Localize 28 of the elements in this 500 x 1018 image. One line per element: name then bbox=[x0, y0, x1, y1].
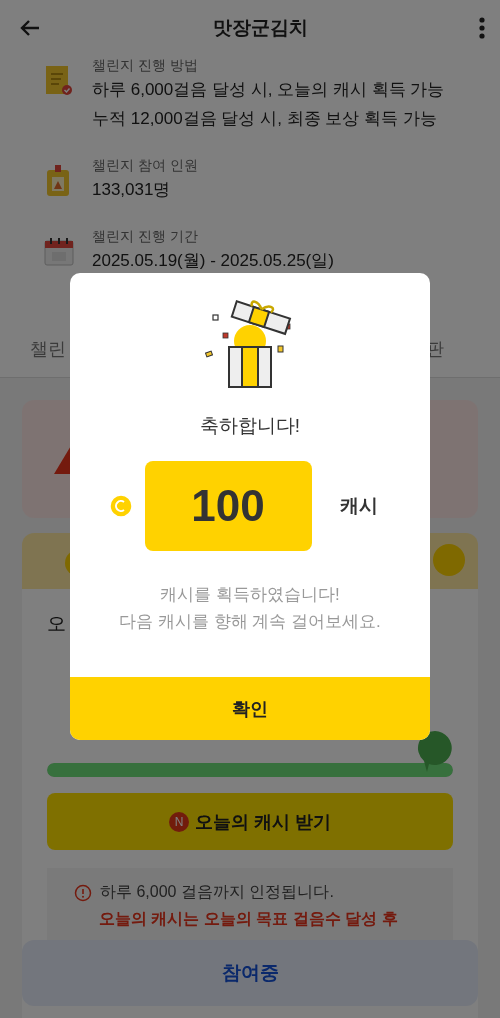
info-value: 133,031명 bbox=[92, 179, 172, 201]
info-value: 하루 6,000걸음 달성 시, 오늘의 캐시 획득 가능 bbox=[92, 79, 445, 101]
calendar-icon bbox=[43, 235, 75, 269]
coin-icon bbox=[432, 543, 466, 577]
confirm-button[interactable]: 확인 bbox=[70, 677, 430, 740]
info-icon bbox=[74, 883, 92, 902]
notice-text: 하루 6,000 걸음까지 인정됩니다. bbox=[100, 882, 334, 902]
cash-amount: 100 bbox=[144, 461, 312, 551]
participating-button[interactable]: 참여중 bbox=[22, 940, 478, 1006]
more-icon[interactable] bbox=[478, 17, 486, 39]
dialog-message: 캐시를 획득하였습니다! bbox=[159, 584, 341, 606]
dialog-message: 다음 캐시를 향해 계속 걸어보세요. bbox=[119, 611, 381, 633]
claim-button[interactable]: N 오늘의 캐시 받기 bbox=[47, 793, 453, 850]
info-label: 챌린지 진행 기간 bbox=[92, 227, 199, 245]
info-value: 누적 12,000걸음 달성 시, 최종 보상 획득 가능 bbox=[92, 108, 438, 130]
card-title: 오 bbox=[47, 612, 66, 636]
info-label: 챌린지 참여 인원 bbox=[92, 156, 198, 174]
dialog-title: 축하합니다! bbox=[199, 414, 301, 438]
clipboard-icon bbox=[43, 64, 75, 98]
speech-bubble-icon bbox=[416, 729, 454, 773]
warning-text: 오늘의 캐시는 오늘의 목표 걸음수 달성 후 bbox=[98, 909, 399, 929]
new-badge: N bbox=[169, 811, 189, 832]
info-value: 2025.05.19(월) - 2025.05.25(일) bbox=[92, 250, 334, 272]
cash-unit: 캐시 bbox=[339, 494, 378, 518]
page-title: 맛장군김치 bbox=[212, 16, 308, 40]
tab[interactable]: 챌린 bbox=[30, 336, 66, 361]
coin-icon bbox=[108, 494, 133, 518]
info-label: 챌린지 진행 방법 bbox=[92, 56, 199, 74]
